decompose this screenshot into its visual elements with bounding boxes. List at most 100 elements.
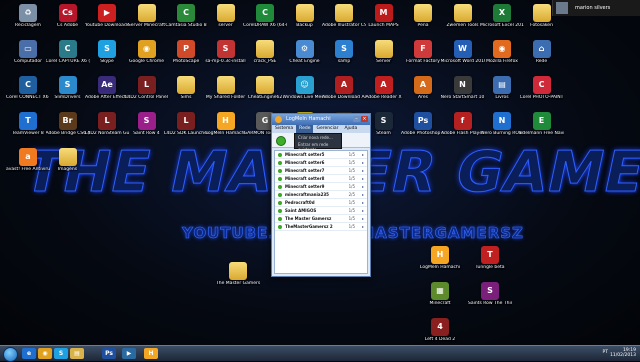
- desktop-icon[interactable]: T Tunngle beta: [468, 246, 512, 278]
- desktop-icon[interactable]: AeAdobe After Effects CS6: [85, 76, 129, 108]
- minimize-button[interactable]: –: [353, 116, 360, 122]
- desktop-icon[interactable]: Cs Cs Adobe: [46, 4, 90, 36]
- desktop-icon[interactable]: Zwemen Tools: [441, 4, 485, 36]
- desktop-icon[interactable]: Sims: [164, 76, 208, 108]
- chevron-right-icon[interactable]: ▸: [362, 167, 364, 174]
- menu-item-join-network[interactable]: Entrar em rede existente...: [295, 141, 341, 153]
- desktop-icon[interactable]: Backup: [283, 4, 327, 36]
- desktop-icon[interactable]: CCorel CAPTURE X6 (64-Bit): [46, 40, 90, 72]
- desktop-icon[interactable]: EEdelmann Free Navigator (64-Bit): [520, 112, 564, 144]
- power-icon[interactable]: [276, 136, 286, 146]
- chevron-right-icon[interactable]: ▸: [362, 175, 364, 182]
- desktop-icon[interactable]: CCorel CONNECT X6 (64-Bit): [6, 76, 50, 108]
- desktop-icon[interactable]: server: [204, 4, 248, 36]
- desktop-icon[interactable]: A Adobe Reader X: [362, 76, 406, 108]
- network-row[interactable]: Minecraft setter6 1/5 ▸: [275, 159, 367, 167]
- desktop-icon[interactable]: The Master Gamersz: [216, 262, 260, 294]
- chevron-right-icon[interactable]: ▸: [362, 215, 364, 222]
- desktop-icon[interactable]: ☺Windows Live Messenger: [283, 76, 327, 108]
- desktop-icon[interactable]: ▭ Computador: [6, 40, 50, 72]
- app-icon: T: [19, 112, 37, 130]
- desktop-icon[interactable]: crack_PSE: [243, 40, 287, 72]
- desktop-icon[interactable]: My Shared Folder: [204, 76, 248, 108]
- network-row[interactable]: Minecraft setter9 1/5 ▸: [275, 183, 367, 191]
- menu-item-create-network[interactable]: Criar nova rede...: [295, 134, 341, 141]
- chevron-right-icon[interactable]: ▸: [362, 223, 364, 230]
- taskbar-chrome-icon[interactable]: ◉: [38, 348, 52, 359]
- desktop-icon[interactable]: L L4D2 SDK Launcher: [164, 112, 208, 144]
- chevron-right-icon[interactable]: ▸: [362, 191, 364, 198]
- desktop-icon[interactable]: Pena: [401, 4, 445, 36]
- desktop-icon[interactable]: A Ares: [401, 76, 445, 108]
- desktop-icon[interactable]: L L4D2 Control Panel: [125, 76, 169, 108]
- desktop-icon[interactable]: F Format Factory: [401, 40, 445, 72]
- taskbar-explorer-icon[interactable]: ▤: [70, 348, 84, 359]
- desktop-icon[interactable]: Server Minecraft: [125, 4, 169, 36]
- desktop-icon[interactable]: f Adobe Flash Player: [441, 112, 485, 144]
- desktop-icon[interactable]: N Nero Burning ROM: [480, 112, 524, 144]
- system-tray[interactable]: 19:19 11/02/2013: [610, 348, 636, 358]
- desktop-icon[interactable]: C Camtasia Studio 8: [164, 4, 208, 36]
- language-indicator[interactable]: PT: [603, 350, 608, 355]
- close-button[interactable]: ×: [361, 116, 368, 122]
- desktop-icon[interactable]: Adobe Illustrator CS6: [322, 4, 366, 36]
- chevron-right-icon[interactable]: ▸: [362, 207, 364, 214]
- chevron-right-icon[interactable]: ▸: [362, 151, 364, 158]
- desktop-icon[interactable]: ▤ Livros: [480, 76, 524, 108]
- menu-gerenciar[interactable]: Gerenciar: [313, 125, 341, 133]
- menu-ajuda[interactable]: Ajuda: [341, 125, 360, 133]
- taskbar-media-icon[interactable]: ▶: [122, 348, 136, 359]
- hamachi-window[interactable]: LogMeIn Hamachi – × Sistema Rede Gerenci…: [271, 113, 371, 277]
- network-row[interactable]: Minecraft setter8 1/5 ▸: [275, 175, 367, 183]
- desktop-icon[interactable]: T TeamViewer 8: [6, 112, 50, 144]
- desktop-icon[interactable]: a avast! Free Antivirus: [6, 148, 50, 180]
- desktop-icon[interactable]: S Saint Row 4: [125, 112, 169, 144]
- desktop-icon[interactable]: ◉ Mozilla Firefox: [480, 40, 524, 72]
- menu-sistema[interactable]: Sistema: [272, 125, 296, 133]
- desktop-icon[interactable]: CheatEngine62: [243, 76, 287, 108]
- desktop-icon[interactable]: C Corel PHOTO-PAINT: [520, 76, 564, 108]
- hamachi-titlebar[interactable]: LogMeIn Hamachi – ×: [272, 114, 370, 125]
- desktop-icon[interactable]: H LogMeIn Hamachi: [204, 112, 248, 144]
- desktop-icon[interactable]: Server: [362, 40, 406, 72]
- desktop-icon[interactable]: ⚙ Cheat Engine: [283, 40, 327, 72]
- taskbar-photoshop-icon[interactable]: Ps: [102, 348, 116, 359]
- desktop-icon[interactable]: X Microsoft Excel 2010: [480, 4, 524, 36]
- menu-rede[interactable]: Rede: [296, 125, 314, 133]
- desktop-icon-label: Adobe Illustrator CS6: [322, 23, 366, 28]
- desktop-icon[interactable]: ♻ Reciclagem: [6, 4, 50, 36]
- desktop-icon[interactable]: BrAdobe Bridge CS6 (64-Bit): [46, 112, 90, 144]
- desktop-icon[interactable]: P PhotoScape: [164, 40, 208, 72]
- network-row[interactable]: TheMasterGamersz 2 1/5 ▸: [275, 223, 367, 231]
- desktop-icon[interactable]: Ssamp: [322, 40, 366, 72]
- desktop-icon[interactable]: ⌂ Rede: [520, 40, 564, 72]
- network-row[interactable]: minecraftmania235 2/5 ▸: [275, 191, 367, 199]
- desktop-icon[interactable]: ▦ Minecraft: [418, 282, 462, 314]
- desktop-icon[interactable]: H LogMeIn Hamachi: [418, 246, 462, 278]
- desktop-icon[interactable]: S Saints Row The Third: [468, 282, 512, 314]
- chevron-right-icon[interactable]: ▸: [362, 199, 364, 206]
- network-row[interactable]: Minecraft setter7 1/5 ▸: [275, 167, 367, 175]
- network-row[interactable]: Saint AMIGOS 1/5 ▸: [275, 207, 367, 215]
- desktop-icon[interactable]: Imagens: [46, 148, 90, 180]
- desktop-icon[interactable]: S SlimDrivers: [46, 76, 90, 108]
- desktop-icon[interactable]: ◉ Google Chrome: [125, 40, 169, 72]
- desktop-icon[interactable]: S Skype: [85, 40, 129, 72]
- desktop-icon[interactable]: ▶Youtube Downloader HD: [85, 4, 129, 36]
- user-badge[interactable]: marion silvers: [552, 0, 640, 16]
- desktop-icon[interactable]: M Launch MAPS: [362, 4, 406, 36]
- taskbar-hamachi-icon[interactable]: H: [144, 348, 158, 359]
- desktop-icon[interactable]: AAdobe Download Assistant: [322, 76, 366, 108]
- desktop-icon[interactable]: N Nero StartSmart 10: [441, 76, 485, 108]
- desktop-icon[interactable]: LL4D2 NonSteam Guide: [85, 112, 129, 144]
- chevron-right-icon[interactable]: ▸: [362, 183, 364, 190]
- desktop-icon[interactable]: W Microsoft Word 2010: [441, 40, 485, 72]
- chevron-right-icon[interactable]: ▸: [362, 159, 364, 166]
- taskbar-skype-icon[interactable]: S: [54, 348, 68, 359]
- network-row[interactable]: The Master Gamersz 1/5 ▸: [275, 215, 367, 223]
- desktop-icon[interactable]: CCorelDRAW X6 (64-Bit): [243, 4, 287, 36]
- desktop-icon[interactable]: Ssa-mp-0.3c-install: [204, 40, 248, 72]
- desktop-icon[interactable]: Ps Adobe Photoshop CS: [401, 112, 445, 144]
- network-row[interactable]: Pedrocraft0d 1/5 ▸: [275, 199, 367, 207]
- taskbar-ie-icon[interactable]: e: [22, 348, 36, 359]
